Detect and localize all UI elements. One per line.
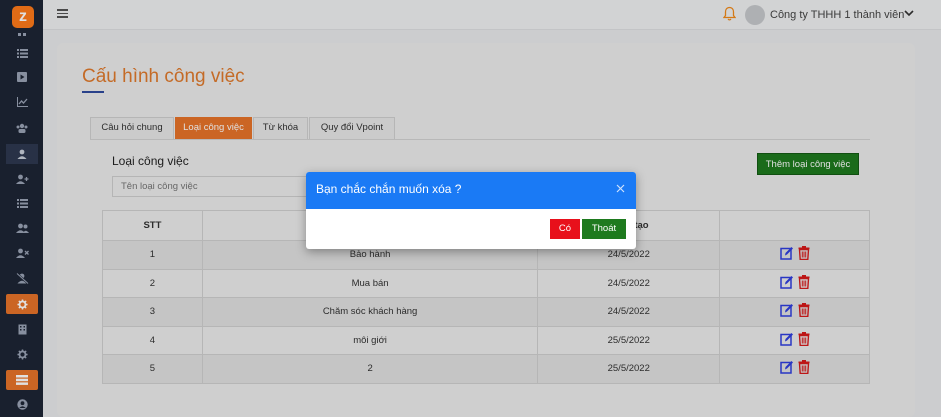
- confirm-delete-modal: Bạn chắc chắn muốn xóa ? Có Thoát: [306, 172, 636, 249]
- confirm-yes-button[interactable]: Có: [550, 219, 580, 239]
- modal-title: Bạn chắc chắn muốn xóa ?: [316, 182, 462, 196]
- modal-body: Có Thoát: [306, 209, 636, 249]
- modal-header: Bạn chắc chắn muốn xóa ?: [306, 172, 636, 209]
- exit-button[interactable]: Thoát: [582, 219, 626, 239]
- close-icon[interactable]: [616, 184, 625, 193]
